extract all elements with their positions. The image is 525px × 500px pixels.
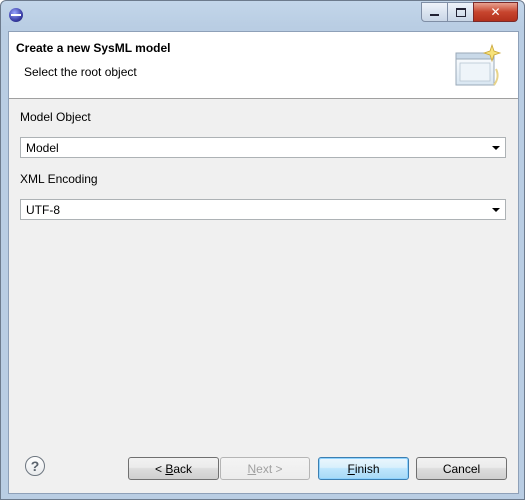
back-label-rest: ack [173, 461, 193, 476]
back-prefix: < [154, 461, 166, 476]
eclipse-icon [9, 8, 23, 22]
back-button[interactable]: < Back [128, 457, 219, 480]
minimize-icon [430, 13, 439, 16]
cancel-button[interactable]: Cancel [416, 457, 507, 480]
model-object-label: Model Object [20, 110, 91, 124]
finish-label-rest: inish [354, 461, 380, 476]
cancel-label: Cancel [442, 461, 481, 476]
wizard-description: Select the root object [24, 65, 137, 79]
xml-encoding-value: UTF-8 [26, 203, 60, 217]
dropdown-arrow-icon[interactable] [492, 208, 500, 212]
next-label-rest: ext > [256, 461, 283, 476]
help-icon: ? [30, 458, 40, 474]
model-object-combo[interactable]: Model [20, 137, 506, 158]
dialog-client-area: Create a new SysML model Select the root… [8, 31, 519, 494]
back-mnemonic: B [165, 461, 174, 476]
next-button[interactable]: Next > [220, 457, 310, 480]
help-button[interactable]: ? [25, 456, 45, 476]
close-icon: ✕ [490, 5, 501, 19]
wizard-window: ✕ Create a new SysML model Select the ro… [0, 0, 525, 500]
new-wizard-icon [455, 43, 502, 86]
window-controls: ✕ [421, 2, 518, 22]
wizard-title: Create a new SysML model [16, 41, 171, 55]
button-bar: ? < Back Next > Finish Cancel [9, 442, 518, 493]
dropdown-arrow-icon[interactable] [492, 146, 500, 150]
next-mnemonic: N [247, 461, 257, 476]
model-object-value: Model [26, 141, 59, 155]
wizard-header: Create a new SysML model Select the root… [9, 32, 518, 99]
xml-encoding-combo[interactable]: UTF-8 [20, 199, 506, 220]
close-button[interactable]: ✕ [473, 2, 518, 22]
finish-mnemonic: F [347, 461, 355, 476]
maximize-button[interactable] [447, 2, 474, 22]
title-bar[interactable]: ✕ [1, 1, 524, 29]
maximize-icon [455, 7, 466, 17]
finish-button[interactable]: Finish [318, 457, 409, 480]
minimize-button[interactable] [421, 2, 448, 22]
xml-encoding-label: XML Encoding [20, 172, 98, 186]
